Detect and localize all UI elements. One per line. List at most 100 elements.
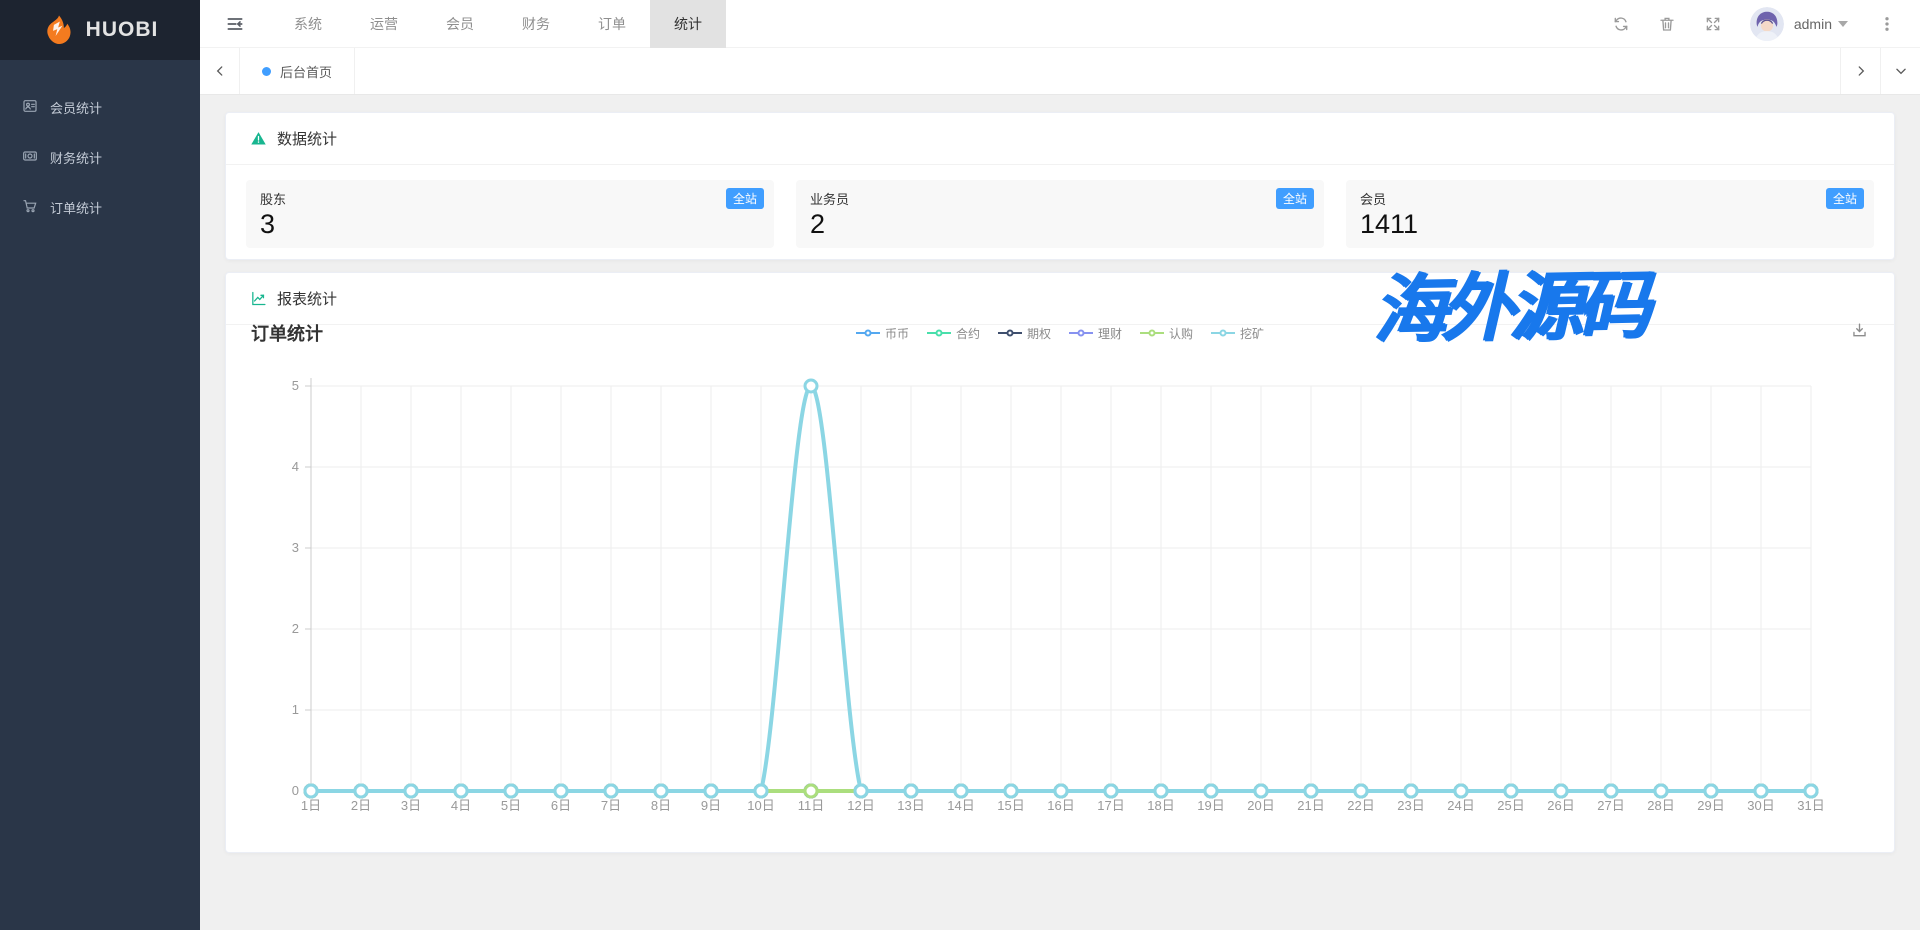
legend-item-期权[interactable]: 期权 <box>998 325 1051 342</box>
sidebar-item-财务统计[interactable]: 财务统计 <box>0 132 200 182</box>
stat-card-会员: 会员1411全站 <box>1346 180 1874 248</box>
nav-item-运营[interactable]: 运营 <box>346 0 422 48</box>
data-point-挖矿[interactable] <box>605 785 617 797</box>
brand-name: HUOBI <box>86 18 159 42</box>
member-stats-icon <box>22 98 38 117</box>
brand-logo[interactable]: HUOBI <box>0 0 200 60</box>
sidebar-item-label: 订单统计 <box>50 198 102 217</box>
nav-item-会员[interactable]: 会员 <box>422 0 498 48</box>
data-point-挖矿[interactable] <box>1705 785 1717 797</box>
data-point-挖矿[interactable] <box>1055 785 1067 797</box>
order-stats-chart[interactable]: 0123451日2日3日4日5日6日7日8日9日10日11日12日13日14日1… <box>246 358 1876 828</box>
stat-badge[interactable]: 全站 <box>1276 188 1314 209</box>
data-point-挖矿[interactable] <box>1605 785 1617 797</box>
tags-dropdown-icon[interactable] <box>1880 48 1920 94</box>
sidebar-item-订单统计[interactable]: 订单统计 <box>0 182 200 232</box>
x-axis-label: 25日 <box>1497 798 1524 813</box>
data-point-挖矿[interactable] <box>405 785 417 797</box>
data-point-挖矿[interactable] <box>1355 785 1367 797</box>
x-axis-label: 4日 <box>451 798 471 813</box>
panel-title: 数据统计 <box>277 128 337 149</box>
panel-title: 报表统计 <box>277 288 337 309</box>
user-menu[interactable]: admin <box>1794 16 1848 32</box>
chart-title: 订单统计 <box>251 320 323 346</box>
data-point-挖矿[interactable] <box>955 785 967 797</box>
data-point-挖矿[interactable] <box>1805 785 1817 797</box>
data-point-挖矿[interactable] <box>1555 785 1567 797</box>
legend-item-合约[interactable]: 合约 <box>927 325 980 342</box>
legend-marker-icon <box>1140 332 1164 334</box>
more-vertical-icon[interactable] <box>1864 15 1910 33</box>
data-point-挖矿[interactable] <box>1305 785 1317 797</box>
avatar[interactable] <box>1750 7 1784 41</box>
data-point-认购[interactable] <box>805 785 817 797</box>
stat-label: 会员 <box>1360 189 1860 208</box>
data-point-挖矿[interactable] <box>1505 785 1517 797</box>
legend-item-挖矿[interactable]: 挖矿 <box>1211 325 1264 342</box>
data-point-挖矿[interactable] <box>555 785 567 797</box>
data-point-挖矿[interactable] <box>655 785 667 797</box>
x-axis-label: 18日 <box>1147 798 1174 813</box>
stat-badge[interactable]: 全站 <box>726 188 764 209</box>
x-axis-label: 10日 <box>747 798 774 813</box>
chart-header: 订单统计 币币 合约 期权 理财 认购 挖矿 <box>251 317 1869 349</box>
nav-item-统计[interactable]: 统计 <box>650 0 726 48</box>
legend-item-币币[interactable]: 币币 <box>856 325 909 342</box>
legend-label: 认购 <box>1169 325 1193 342</box>
data-point-挖矿[interactable] <box>855 785 867 797</box>
topnav-menu: 系统运营会员财务订单统计 <box>270 0 726 48</box>
nav-item-财务[interactable]: 财务 <box>498 0 574 48</box>
chart-legend: 币币 合约 期权 理财 认购 挖矿 <box>856 325 1264 342</box>
legend-item-认购[interactable]: 认购 <box>1140 325 1193 342</box>
tags-scroll-left-icon[interactable] <box>200 48 240 94</box>
x-axis-label: 12日 <box>847 798 874 813</box>
y-axis-label: 2 <box>292 621 299 636</box>
data-point-挖矿[interactable] <box>755 785 767 797</box>
stat-value: 2 <box>810 209 1310 240</box>
stat-card-业务员: 业务员2全站 <box>796 180 1324 248</box>
data-point-挖矿[interactable] <box>1155 785 1167 797</box>
sidebar-item-会员统计[interactable]: 会员统计 <box>0 82 200 132</box>
data-point-挖矿[interactable] <box>455 785 467 797</box>
tag-home[interactable]: 后台首页 <box>240 48 355 94</box>
data-point-挖矿[interactable] <box>505 785 517 797</box>
x-axis-label: 17日 <box>1097 798 1124 813</box>
tags-spacer <box>355 48 1840 94</box>
data-stats-header: 数据统计 <box>226 113 1894 165</box>
report-panel: 报表统计 订单统计 币币合约期权理财认购挖矿 0123451日2日3日4日5日6… <box>225 272 1895 853</box>
data-point-挖矿[interactable] <box>1405 785 1417 797</box>
tags-scroll-right-icon[interactable] <box>1840 48 1880 94</box>
trash-icon[interactable] <box>1644 15 1690 33</box>
x-axis-label: 19日 <box>1197 798 1224 813</box>
stat-badge[interactable]: 全站 <box>1826 188 1864 209</box>
x-axis-label: 23日 <box>1397 798 1424 813</box>
x-axis-label: 28日 <box>1647 798 1674 813</box>
x-axis-label: 16日 <box>1047 798 1074 813</box>
collapse-menu-icon[interactable] <box>200 14 270 34</box>
data-point-挖矿[interactable] <box>1455 785 1467 797</box>
data-point-挖矿[interactable] <box>1105 785 1117 797</box>
legend-marker-icon <box>856 332 880 334</box>
data-point-挖矿[interactable] <box>1255 785 1267 797</box>
refresh-icon[interactable] <box>1598 15 1644 33</box>
data-point-挖矿[interactable] <box>1205 785 1217 797</box>
legend-marker-icon <box>927 332 951 334</box>
fullscreen-icon[interactable] <box>1690 15 1736 33</box>
data-point-挖矿[interactable] <box>705 785 717 797</box>
data-point-挖矿[interactable] <box>1755 785 1767 797</box>
download-icon[interactable] <box>1850 321 1869 345</box>
legend-item-理财[interactable]: 理财 <box>1069 325 1122 342</box>
data-point-挖矿[interactable] <box>805 380 817 392</box>
data-point-挖矿[interactable] <box>355 785 367 797</box>
main-content: 数据统计 股东3全站业务员2全站会员1411全站 报表统计 订单统计 币币合约期… <box>200 95 1920 930</box>
data-point-挖矿[interactable] <box>1005 785 1017 797</box>
nav-item-系统[interactable]: 系统 <box>270 0 346 48</box>
x-axis-label: 21日 <box>1297 798 1324 813</box>
data-point-挖矿[interactable] <box>1655 785 1667 797</box>
data-point-挖矿[interactable] <box>905 785 917 797</box>
data-point-挖矿[interactable] <box>305 785 317 797</box>
nav-item-订单[interactable]: 订单 <box>574 0 650 48</box>
x-axis-label: 7日 <box>601 798 621 813</box>
x-axis-label: 13日 <box>897 798 924 813</box>
x-axis-label: 29日 <box>1697 798 1724 813</box>
